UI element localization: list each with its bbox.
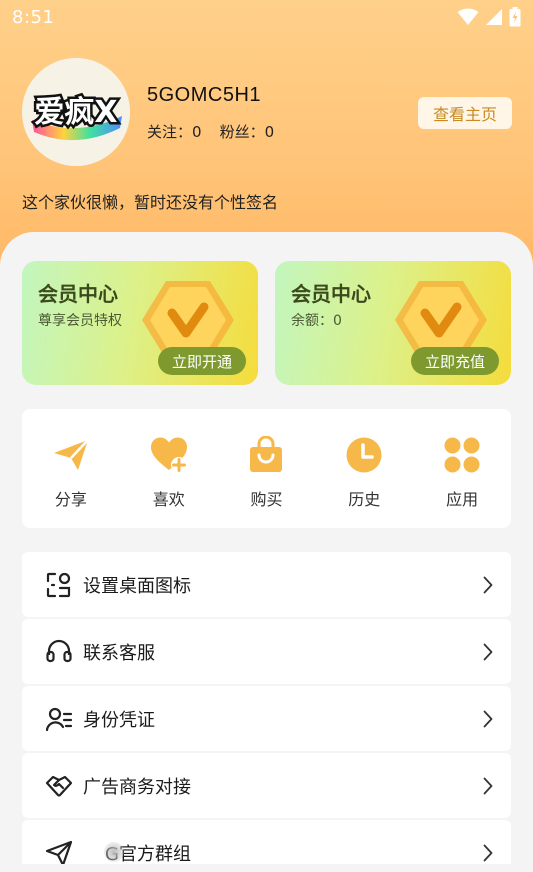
view-homepage-button[interactable]: 查看主页 [418, 97, 512, 129]
username: 5GOMC5H1 [147, 84, 262, 106]
fans-label: 粉丝： [219, 123, 265, 141]
bottom-strip [0, 864, 533, 872]
settings-menu: 设置桌面图标 联系客服 身份凭证 广告商务对接 G官方群组 [22, 552, 511, 872]
vip-title: 会员中心 [38, 282, 118, 306]
signature-text: 这个家伙很懒，暂时还没有个性签名 [22, 193, 279, 212]
menu-item-label: 设置桌面图标 [83, 575, 191, 597]
follow-label: 关注： [147, 123, 193, 141]
quick-action-apps[interactable]: 应用 [413, 409, 511, 528]
quick-action-label: 喜欢 [152, 490, 185, 509]
profile-section: 爱疯X 5GOMC5H1 关注：0 粉丝：0 查看主页 [22, 58, 512, 168]
quick-action-label: 应用 [446, 490, 479, 509]
apps-grid-icon [444, 437, 480, 473]
follow-stat[interactable]: 关注：0 [147, 121, 202, 142]
chevron-right-icon [483, 643, 493, 661]
menu-item-label: 身份凭证 [83, 709, 155, 731]
quick-action-like[interactable]: 喜欢 [120, 409, 218, 528]
menu-item-customer-service[interactable]: 联系客服 [22, 619, 511, 684]
desktop-icon-settings-icon [44, 570, 74, 600]
menu-item-label: G官方群组 [105, 843, 191, 865]
signal-icon [486, 9, 502, 25]
menu-item-business[interactable]: 广告商务对接 [22, 753, 511, 818]
quick-actions-panel: 分享 喜欢 购买 历史 应用 [22, 409, 511, 528]
blurred-region [104, 842, 124, 862]
avatar[interactable]: 爱疯X [22, 58, 130, 166]
menu-item-identity[interactable]: 身份凭证 [22, 686, 511, 751]
id-card-icon [44, 704, 74, 734]
wifi-icon [457, 8, 479, 25]
fans-stat[interactable]: 粉丝：0 [220, 121, 275, 142]
quick-action-history[interactable]: 历史 [315, 409, 413, 528]
follow-stats: 关注：0 粉丝：0 [147, 121, 274, 142]
status-bar: 8:51 [0, 0, 533, 34]
avatar-text: 爱疯X [34, 95, 117, 130]
vip-balance: 余额：0 [291, 313, 342, 329]
headset-icon [44, 637, 74, 667]
vip-card-membership[interactable]: 会员中心 尊享会员特权 立即开通 [22, 261, 258, 385]
menu-item-label: 联系客服 [83, 642, 155, 664]
handshake-icon [44, 771, 74, 801]
vip-subtitle: 尊享会员特权 [38, 313, 122, 329]
menu-item-label: 广告商务对接 [83, 776, 191, 798]
open-vip-button[interactable]: 立即开通 [157, 347, 246, 375]
heart-plus-icon [150, 437, 187, 473]
menu-item-desktop-icon[interactable]: 设置桌面图标 [22, 552, 511, 617]
fans-count: 0 [264, 123, 275, 141]
send-icon [44, 838, 74, 868]
paper-plane-icon [53, 439, 89, 470]
follow-count: 0 [192, 123, 202, 141]
status-time: 8:51 [12, 6, 55, 28]
chevron-right-icon [483, 576, 493, 594]
shopping-bag-icon [250, 436, 283, 472]
clock-icon [346, 437, 382, 473]
chevron-right-icon [483, 710, 493, 728]
battery-charging-icon [509, 7, 521, 27]
chevron-right-icon [483, 777, 493, 795]
recharge-button[interactable]: 立即充值 [410, 347, 499, 375]
chevron-right-icon [483, 844, 493, 862]
quick-action-buy[interactable]: 购买 [218, 409, 316, 528]
quick-action-label: 分享 [54, 490, 87, 509]
vip-title: 会员中心 [291, 282, 371, 306]
vip-card-balance[interactable]: 会员中心 余额：0 立即充值 [275, 261, 511, 385]
status-icons [457, 7, 521, 27]
quick-action-share[interactable]: 分享 [22, 409, 120, 528]
avatar-logo-icon: 爱疯X [22, 58, 130, 166]
quick-action-label: 购买 [250, 490, 283, 509]
quick-action-label: 历史 [348, 490, 381, 509]
